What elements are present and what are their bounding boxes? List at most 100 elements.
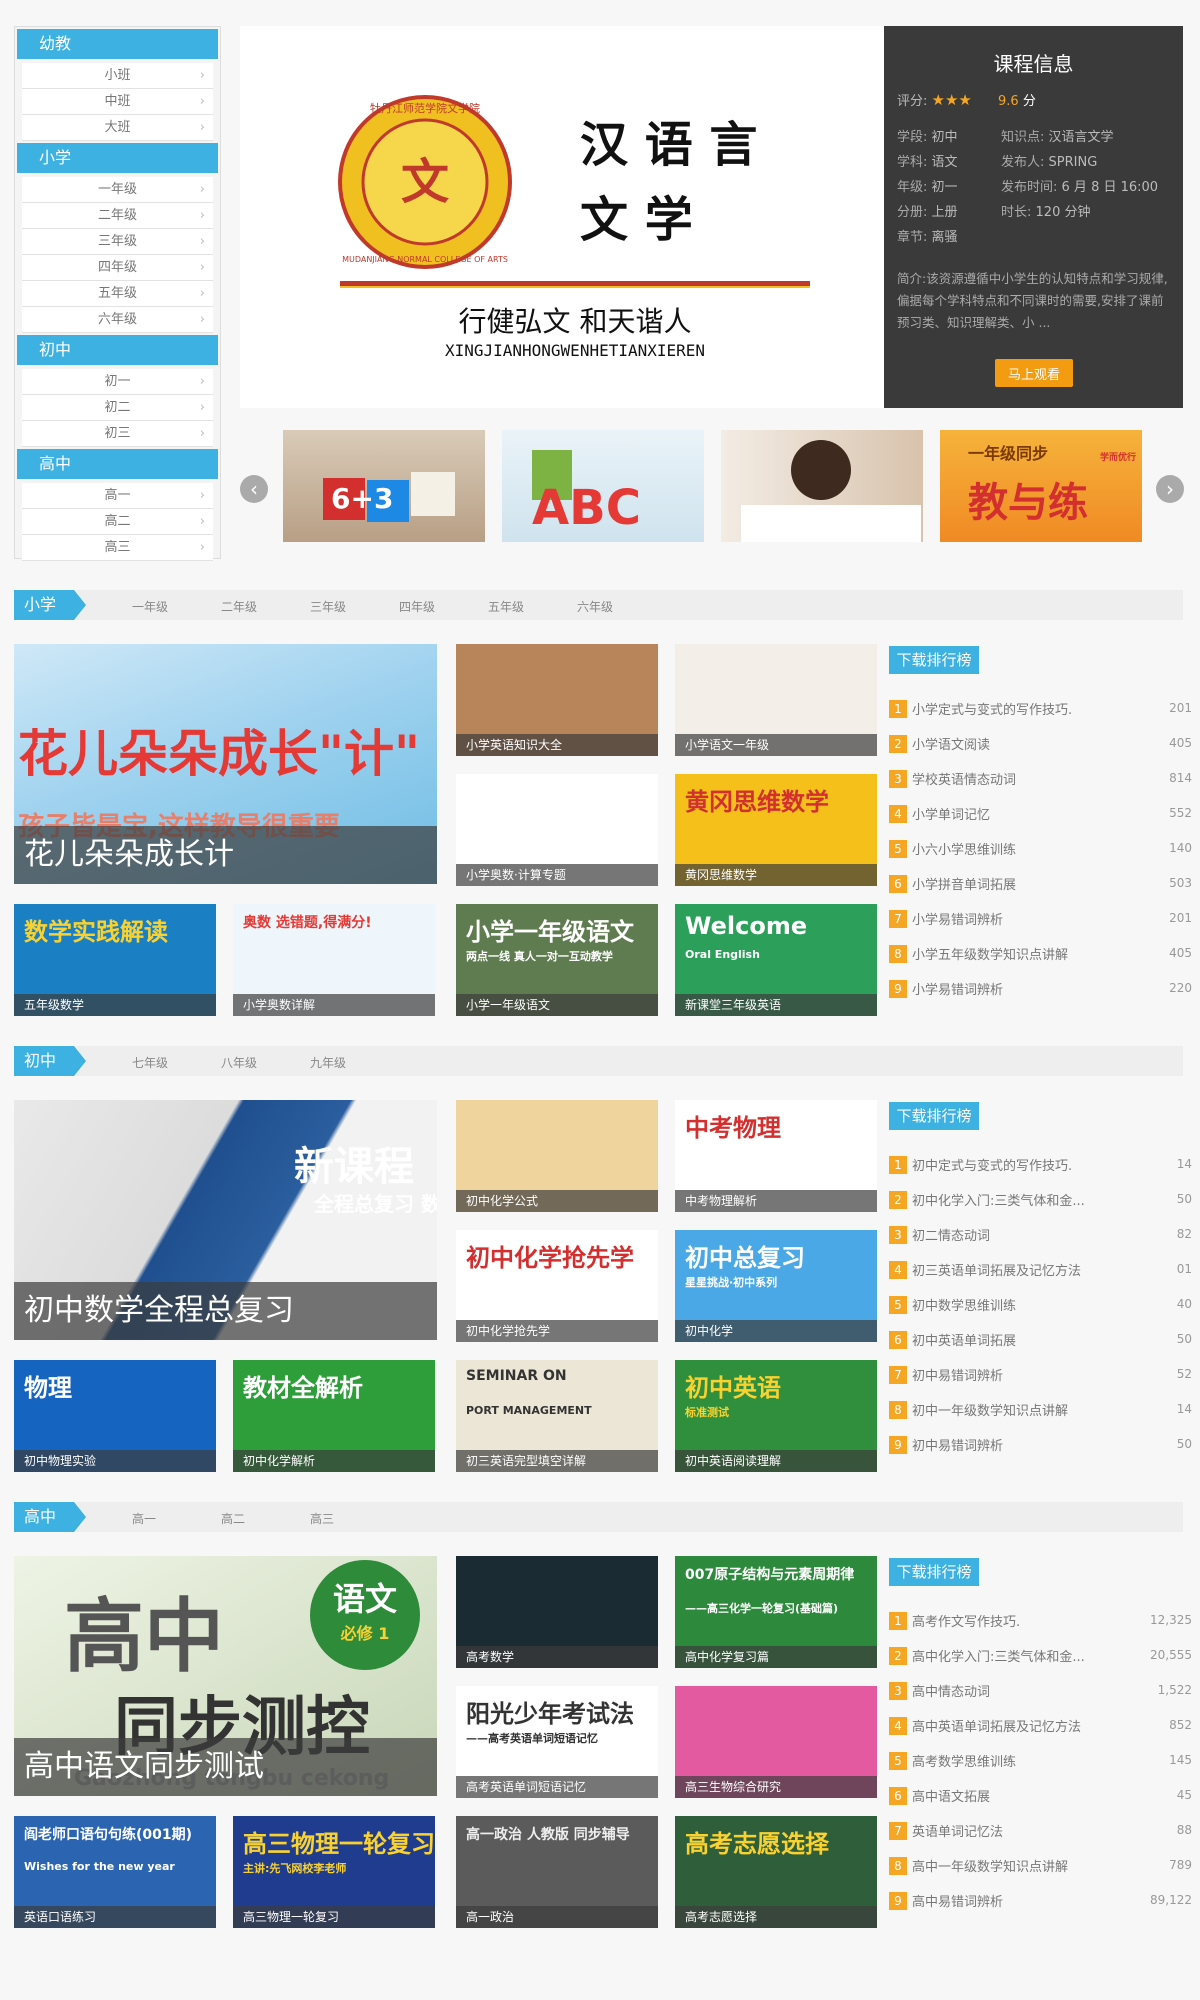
sidebar-item[interactable]: 六年级 › [22,307,213,333]
sidebar-item[interactable]: 四年级 › [22,255,213,281]
course-card[interactable]: 高考数学 [456,1556,658,1668]
ranking-row[interactable]: 5 高考数学思维训练 145 [889,1751,1192,1773]
course-card[interactable]: 初中英语 标准测试 初中英语阅读理解 [675,1360,877,1472]
course-card[interactable]: 中考物理 中考物理解析 [675,1100,877,1212]
section-tab[interactable]: 七年级 [132,1054,168,1071]
course-card[interactable]: 黄冈思维数学 黄冈思维数学 [675,774,877,886]
ranking-row[interactable]: 4 高中英语单词拓展及记忆方法 852 [889,1716,1192,1738]
sidebar-item[interactable]: 初三 › [22,421,213,447]
sidebar-item[interactable]: 高二 › [22,509,213,535]
section-tag[interactable]: 高中 [14,1502,86,1532]
course-card[interactable]: 高考志愿选择 高考志愿选择 [675,1816,877,1928]
course-card[interactable]: 小学奥数·计算专题 [456,774,658,886]
ranking-row[interactable]: 6 初中英语单词拓展 50 [889,1330,1192,1352]
section-tab[interactable]: 五年级 [488,598,524,615]
sidebar-group-1-title[interactable]: 小学 [17,143,218,173]
watch-now-button[interactable]: 马上观看 [995,359,1073,387]
course-card[interactable]: 高三物理一轮复习 主讲:先飞网校李老师 高三物理一轮复习 [233,1816,435,1928]
ranking-row[interactable]: 9 初中易错词辨析 50 [889,1435,1192,1457]
section-tab[interactable]: 高一 [132,1510,156,1527]
ranking-name: 高中易错词辨析 [912,1895,1004,1910]
course-card[interactable]: Welcome Oral English 新课堂三年级英语 [675,904,877,1016]
ranking-row[interactable]: 3 高中情态动词 1,522 [889,1681,1192,1703]
course-card[interactable]: 初中化学抢先学 初中化学抢先学 [456,1230,658,1342]
course-card[interactable]: SEMINAR ON PORT MANAGEMENT 初三英语完型填空详解 [456,1360,658,1472]
ranking-row[interactable]: 6 小学拼音单词拓展 503 [889,874,1192,896]
sidebar-item[interactable]: 三年级 › [22,229,213,255]
course-card[interactable]: 小学一年级语文 两点一线 真人一对一互动教学 小学一年级语文 [456,904,658,1016]
featured-art-title: 高中 [64,1590,224,1683]
course-card[interactable]: 阳光少年考试法 ——高考英语单词短语记忆 高考英语单词短语记忆 [456,1686,658,1798]
ranking-row[interactable]: 2 小学语文阅读 405 [889,734,1192,756]
section-tab[interactable]: 一年级 [132,598,168,615]
course-card[interactable]: 小学英语知识大全 [456,644,658,756]
carousel-thumb-blocks[interactable]: 6+3 [283,430,485,542]
sidebar-item[interactable]: 中班 › [22,89,213,115]
sidebar-group-2-title[interactable]: 初中 [17,335,218,365]
ranking-row[interactable]: 8 小学五年级数学知识点讲解 405 [889,944,1192,966]
section-tab[interactable]: 高三 [310,1510,334,1527]
section-tab[interactable]: 三年级 [310,598,346,615]
course-card[interactable]: 高三生物综合研究 [675,1686,877,1798]
ranking-row[interactable]: 9 小学易错词辨析 220 [889,979,1192,1001]
section-tab[interactable]: 四年级 [399,598,435,615]
ranking-row[interactable]: 1 小学定式与变式的写作技巧. 201 [889,699,1192,721]
carousel-thumb-girl[interactable] [721,430,923,542]
course-card[interactable]: 007原子结构与元素周期律 ——高三化学一轮复习(基础篇) 高中化学复习篇 [675,1556,877,1668]
carousel-next-icon[interactable]: › [1156,475,1184,503]
ranking-row[interactable]: 1 高考作文写作技巧. 12,325 [889,1611,1192,1633]
section-tab[interactable]: 九年级 [310,1054,346,1071]
ranking-row[interactable]: 3 初二情态动词 82 [889,1225,1192,1247]
course-card[interactable]: 小学语文一年级 [675,644,877,756]
ranking-row[interactable]: 7 小学易错词辨析 201 [889,909,1192,931]
ranking-row[interactable]: 3 学校英语情态动词 814 [889,769,1192,791]
featured-course-card[interactable]: 新课程全程总复习 数学初中数学全程总复习 [14,1100,437,1340]
carousel-prev-icon[interactable]: ‹ [240,475,268,503]
carousel-thumb-abc[interactable]: ABC [502,430,704,542]
sidebar-item[interactable]: 初一 › [22,369,213,395]
ranking-row[interactable]: 4 小学单词记忆 552 [889,804,1192,826]
course-card[interactable]: 物理 初中物理实验 [14,1360,216,1472]
sidebar-item[interactable]: 初二 › [22,395,213,421]
ranking-row[interactable]: 2 高中化学入门:三类气体和金... 20,555 [889,1646,1192,1668]
course-card[interactable]: 初中总复习 星星挑战·初中系列 初中化学 [675,1230,877,1342]
ranking-row[interactable]: 5 小六小学思维训练 140 [889,839,1192,861]
sidebar-item[interactable]: 五年级 › [22,281,213,307]
ranking-row[interactable]: 8 初中一年级数学知识点讲解 14 [889,1400,1192,1422]
course-card[interactable]: 高一政治 人教版 同步辅导 高一政治 [456,1816,658,1928]
course-card-caption: 初中化学 [675,1320,877,1342]
sidebar-item[interactable]: 高三 › [22,535,213,561]
section-tab[interactable]: 高二 [221,1510,245,1527]
section-tab[interactable]: 六年级 [577,598,613,615]
course-card[interactable]: 教材全解析 初中化学解析 [233,1360,435,1472]
section-tag[interactable]: 小学 [14,590,86,620]
course-card[interactable]: 奥数 选错题,得满分! 小学奥数详解 [233,904,435,1016]
course-card[interactable]: 数学实践解读 五年级数学 [14,904,216,1016]
sidebar-item[interactable]: 一年级 › [22,177,213,203]
course-card[interactable]: 初中化学公式 [456,1100,658,1212]
section-tab[interactable]: 八年级 [221,1054,257,1071]
course-card[interactable]: 阎老师口语句句练(001期) Wishes for the new year 英语口… [14,1816,216,1928]
ranking-row[interactable]: 4 初三英语单词拓展及记忆方法 01 [889,1260,1192,1282]
ranking-row[interactable]: 2 初中化学入门:三类气体和金... 50 [889,1190,1192,1212]
sidebar-item[interactable]: 大班 › [22,115,213,141]
ranking-row[interactable]: 1 初中定式与变式的写作技巧. 14 [889,1155,1192,1177]
carousel-thumb-practice[interactable]: 一年级同步 教与练 学而优行 [940,430,1142,542]
ranking-count: 14 [1176,1157,1192,1171]
ranking-row[interactable]: 8 高中一年级数学知识点讲解 789 [889,1856,1192,1878]
sidebar-item[interactable]: 小班 › [22,63,213,89]
sidebar-group-0-title[interactable]: 幼教 [17,29,218,59]
ranking-row[interactable]: 9 高中易错词辨析 89,122 [889,1891,1192,1913]
ranking-row[interactable]: 7 英语单词记忆法 88 [889,1821,1192,1843]
course-banner[interactable]: 文 牡丹江师范学院文学院 MUDANJIANG NORMAL COLLEGE O… [240,26,884,408]
sidebar-item[interactable]: 高一 › [22,483,213,509]
sidebar-group-3-title[interactable]: 高中 [17,449,218,479]
featured-course-card[interactable]: 花儿朵朵成长"计"孩子皆是宝,这样教导很重要花儿朵朵成长计 [14,644,437,884]
ranking-row[interactable]: 6 高中语文拓展 45 [889,1786,1192,1808]
ranking-row[interactable]: 7 初中易错词辨析 52 [889,1365,1192,1387]
sidebar-item[interactable]: 二年级 › [22,203,213,229]
ranking-row[interactable]: 5 初中数学思维训练 40 [889,1295,1192,1317]
section-tab[interactable]: 二年级 [221,598,257,615]
section-tag[interactable]: 初中 [14,1046,86,1076]
featured-course-card[interactable]: 高中同步测控语文必修 1Gaozhong tongbu cekong高中语文同步… [14,1556,437,1796]
